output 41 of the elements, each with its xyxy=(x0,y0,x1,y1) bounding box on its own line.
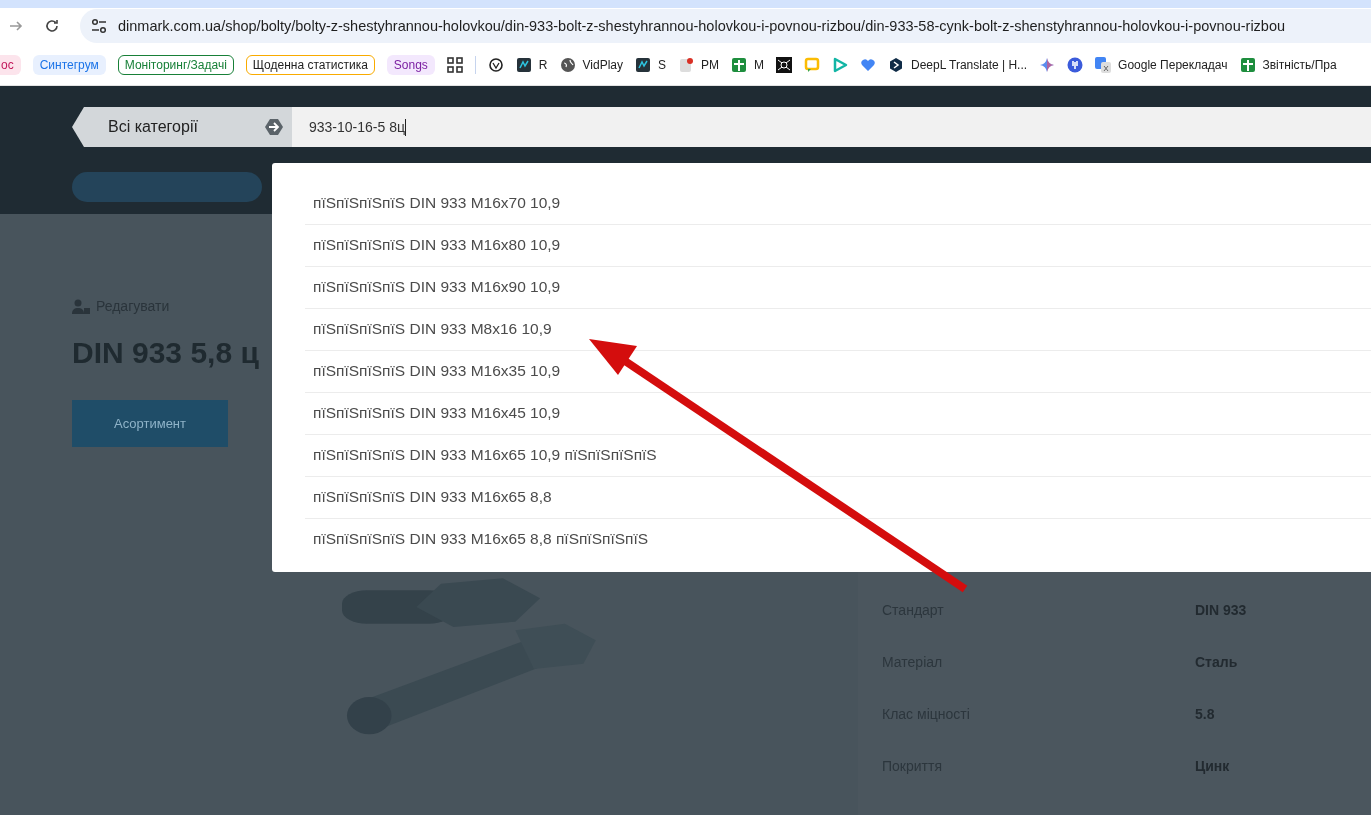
bookmark-link[interactable]: Звітність/Пра xyxy=(1239,56,1337,73)
apps-grid-icon[interactable] xyxy=(446,56,463,73)
tile-icon xyxy=(515,56,532,73)
suggestion-item[interactable]: пїЅпїЅпїЅпїЅ DIN 933 M16x45 10,9 xyxy=(305,393,1371,435)
bookmark-tag[interactable]: Моніторинг/Задачі xyxy=(117,54,234,75)
bookmark-tag[interactable]: ос xyxy=(0,54,21,75)
search-field[interactable]: 933-10-16-5 8ц xyxy=(292,107,1371,147)
tile-icon xyxy=(635,56,651,73)
user-icon xyxy=(72,298,90,314)
bookmark-link[interactable]: M xyxy=(731,56,765,73)
assortment-tab[interactable]: Асортимент xyxy=(72,400,228,447)
chatbot-icon xyxy=(487,56,504,73)
bookmark-link[interactable]: R xyxy=(515,56,548,73)
bookmark-link[interactable]: VidPlay xyxy=(559,56,623,73)
bookmark-tag[interactable]: Синтегрум xyxy=(32,54,106,75)
bookmark-link[interactable]: PM xyxy=(678,56,720,73)
chat-icon xyxy=(804,56,821,73)
bookmark-link[interactable] xyxy=(487,56,504,73)
suggestion-item[interactable]: пїЅпїЅпїЅпїЅ DIN 933 M16x65 8,8 xyxy=(305,477,1371,519)
suggestion-item[interactable]: пїЅпїЅпїЅпїЅ DIN 933 M16x65 10,9 пїЅпїЅпїЅпїЅ xyxy=(305,435,1371,477)
suggestion-item[interactable]: пїЅпїЅпїЅпїЅ DIN 933 M16x65 8,8 пїЅпїЅпїЅпїЅ xyxy=(305,519,1371,560)
deepl-icon xyxy=(888,56,905,73)
suggestion-item[interactable]: пїЅпїЅпїЅпїЅ DIN 933 M16x70 10,9 xyxy=(305,183,1371,225)
bookmark-link[interactable]: DeepL Translate | Н... xyxy=(888,56,1028,73)
category-selector[interactable]: Всі категорії xyxy=(72,107,292,147)
bug-icon xyxy=(776,56,793,73)
bookmark-tag[interactable]: Щоденна статистика xyxy=(245,54,375,75)
heart-icon xyxy=(860,56,877,73)
bookmark-link[interactable] xyxy=(776,56,793,73)
suggestion-item[interactable]: пїЅпїЅпїЅпїЅ DIN 933 M16x90 10,9 xyxy=(305,267,1371,309)
suggestion-item[interactable]: пїЅпїЅпїЅпїЅ DIN 933 M16x80 10,9 xyxy=(305,225,1371,267)
translate-icon xyxy=(1095,56,1112,73)
bookmark-link[interactable]: Google Перекладач xyxy=(1095,56,1228,73)
bookmark-link[interactable]: S xyxy=(635,56,667,73)
bookmark-tag[interactable]: Songs xyxy=(386,54,435,75)
address-bar[interactable]: dinmark.com.ua/shop/bolty/bolty-z-shestyhrannou-holovkou/din-933-bolt-z-shestyhrannou-holovkou-i-povnou-rizbou/din-933-58-cynk-bolt-z-shenstyhrannou-holovkou-i-povnou-rizbou xyxy=(80,9,1371,43)
sheet-icon xyxy=(1239,56,1256,73)
site-settings-icon[interactable] xyxy=(90,18,108,34)
reload-icon[interactable] xyxy=(44,18,60,34)
sheet-icon xyxy=(731,56,748,73)
play-icon xyxy=(832,56,849,73)
